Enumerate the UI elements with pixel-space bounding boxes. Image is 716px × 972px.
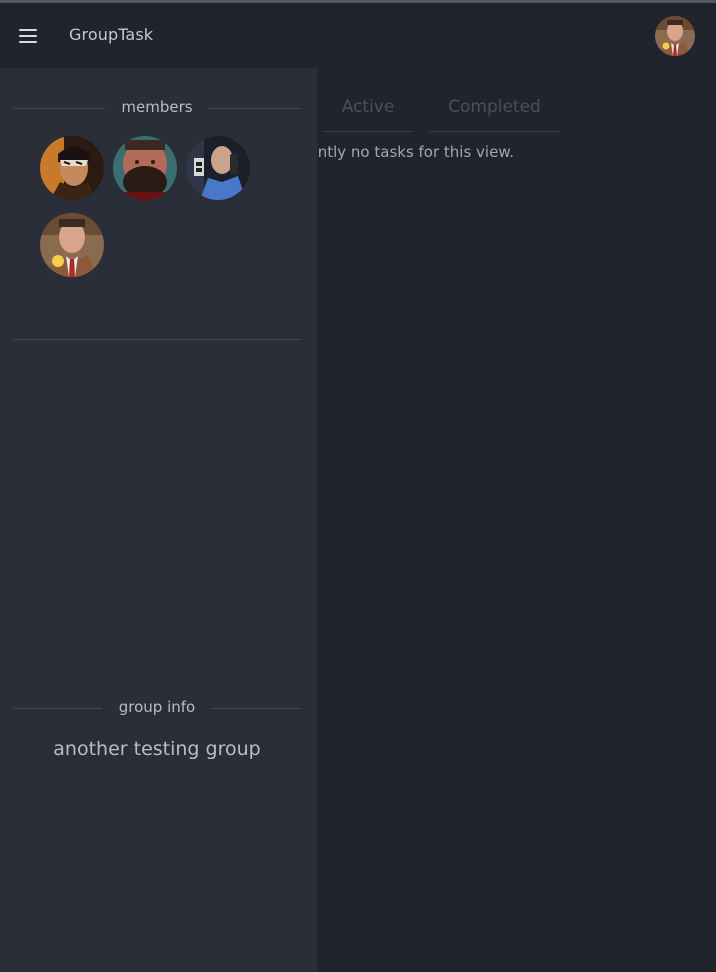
member-avatar[interactable]	[40, 213, 104, 277]
user-avatar[interactable]	[655, 16, 695, 56]
drawer-divider	[13, 339, 301, 340]
app-window: GroupTask Active Completed There are cur…	[0, 0, 716, 972]
side-drawer: members group info another testing group	[0, 68, 317, 972]
tab-completed[interactable]: Completed	[429, 97, 560, 132]
app-bar: GroupTask	[0, 3, 716, 68]
member-avatar[interactable]	[186, 136, 250, 200]
member-avatar[interactable]	[113, 136, 177, 200]
members-section-header: members	[13, 98, 301, 118]
tab-active[interactable]: Active	[323, 97, 413, 132]
group-info-label: group info	[102, 698, 212, 716]
app-title: GroupTask	[69, 25, 154, 44]
member-avatar[interactable]	[40, 136, 104, 200]
members-label: members	[105, 98, 209, 116]
group-info-section-header: group info	[13, 698, 301, 718]
hamburger-menu-icon[interactable]	[15, 24, 43, 48]
group-name: another testing group	[53, 738, 261, 760]
